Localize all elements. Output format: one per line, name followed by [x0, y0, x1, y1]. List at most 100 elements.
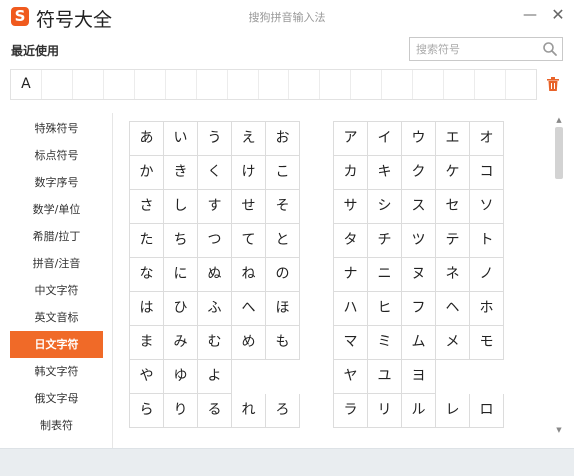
katakana-cell[interactable]: ル	[402, 394, 436, 428]
recent-symbol-cell[interactable]	[197, 70, 228, 99]
recent-symbol-cell[interactable]	[506, 70, 536, 99]
katakana-cell[interactable]: マ	[334, 326, 368, 360]
katakana-cell[interactable]: エ	[436, 122, 470, 156]
hiragana-cell[interactable]: そ	[266, 190, 300, 224]
hiragana-cell[interactable]: る	[198, 394, 232, 428]
sidebar-item[interactable]: 韩文字符	[10, 358, 103, 385]
recent-symbol-cell[interactable]	[73, 70, 104, 99]
hiragana-cell[interactable]: く	[198, 156, 232, 190]
hiragana-cell[interactable]: と	[266, 224, 300, 258]
katakana-cell[interactable]: レ	[436, 394, 470, 428]
katakana-cell[interactable]: メ	[436, 326, 470, 360]
recent-symbol-cell[interactable]	[42, 70, 73, 99]
katakana-cell[interactable]: ユ	[368, 360, 402, 394]
katakana-cell[interactable]: ネ	[436, 258, 470, 292]
recent-symbol-cell[interactable]	[166, 70, 197, 99]
search-icon[interactable]	[542, 41, 558, 57]
hiragana-cell[interactable]: ま	[130, 326, 164, 360]
hiragana-cell[interactable]: ほ	[266, 292, 300, 326]
hiragana-cell[interactable]: ち	[164, 224, 198, 258]
katakana-cell[interactable]: ミ	[368, 326, 402, 360]
katakana-cell[interactable]: サ	[334, 190, 368, 224]
katakana-cell[interactable]: ウ	[402, 122, 436, 156]
katakana-cell[interactable]: イ	[368, 122, 402, 156]
katakana-cell[interactable]: ヒ	[368, 292, 402, 326]
katakana-cell[interactable]: ツ	[402, 224, 436, 258]
katakana-cell[interactable]: ト	[470, 224, 504, 258]
katakana-cell[interactable]: チ	[368, 224, 402, 258]
katakana-cell[interactable]: テ	[436, 224, 470, 258]
katakana-cell[interactable]: ム	[402, 326, 436, 360]
katakana-cell[interactable]: ヨ	[402, 360, 436, 394]
katakana-cell[interactable]: カ	[334, 156, 368, 190]
recent-symbol-cell[interactable]	[444, 70, 476, 99]
katakana-cell[interactable]: ヤ	[334, 360, 368, 394]
sidebar-item[interactable]: 英文音标	[10, 304, 103, 331]
hiragana-cell[interactable]: に	[164, 258, 198, 292]
recent-symbol-cell[interactable]	[413, 70, 445, 99]
recent-symbol-cell[interactable]	[320, 70, 352, 99]
hiragana-cell[interactable]: ね	[232, 258, 266, 292]
sidebar-item[interactable]: 拼音/注音	[10, 250, 103, 277]
katakana-cell[interactable]: ナ	[334, 258, 368, 292]
search-input[interactable]	[410, 38, 536, 60]
hiragana-cell[interactable]: も	[266, 326, 300, 360]
katakana-cell[interactable]: ク	[402, 156, 436, 190]
scroll-up-arrow-icon[interactable]: ▲	[555, 116, 563, 124]
hiragana-cell[interactable]: し	[164, 190, 198, 224]
sidebar-item[interactable]: 标点符号	[10, 142, 103, 169]
hiragana-cell[interactable]: ひ	[164, 292, 198, 326]
hiragana-cell[interactable]: は	[130, 292, 164, 326]
hiragana-cell[interactable]: や	[130, 360, 164, 394]
hiragana-cell[interactable]: め	[232, 326, 266, 360]
hiragana-cell[interactable]: へ	[232, 292, 266, 326]
scrollbar-thumb[interactable]	[555, 127, 563, 179]
hiragana-cell[interactable]: い	[164, 122, 198, 156]
hiragana-cell[interactable]: こ	[266, 156, 300, 190]
katakana-cell[interactable]: ラ	[334, 394, 368, 428]
sidebar-item[interactable]: 日文字符	[10, 331, 103, 358]
recent-symbol-cell[interactable]	[289, 70, 321, 99]
hiragana-cell[interactable]: み	[164, 326, 198, 360]
trash-icon[interactable]	[546, 76, 560, 92]
sidebar-item[interactable]: 俄文字母	[10, 385, 103, 412]
sidebar-item[interactable]: 制表符	[10, 412, 103, 439]
katakana-cell[interactable]: セ	[436, 190, 470, 224]
hiragana-cell[interactable]: の	[266, 258, 300, 292]
katakana-cell[interactable]: ヌ	[402, 258, 436, 292]
hiragana-cell[interactable]: せ	[232, 190, 266, 224]
hiragana-cell[interactable]: ゆ	[164, 360, 198, 394]
katakana-cell[interactable]: キ	[368, 156, 402, 190]
katakana-cell[interactable]: ロ	[470, 394, 504, 428]
sidebar-item[interactable]: 希腊/拉丁	[10, 223, 103, 250]
hiragana-cell[interactable]: ぬ	[198, 258, 232, 292]
katakana-cell[interactable]: フ	[402, 292, 436, 326]
hiragana-cell[interactable]: け	[232, 156, 266, 190]
hiragana-cell[interactable]: お	[266, 122, 300, 156]
recent-symbol-cell[interactable]	[228, 70, 259, 99]
sidebar-item[interactable]: 数学/单位	[10, 196, 103, 223]
recent-symbol-cell[interactable]	[135, 70, 166, 99]
katakana-cell[interactable]: コ	[470, 156, 504, 190]
scroll-down-arrow-icon[interactable]: ▼	[555, 426, 563, 434]
katakana-cell[interactable]: ア	[334, 122, 368, 156]
sidebar-item[interactable]: 数字序号	[10, 169, 103, 196]
hiragana-cell[interactable]: な	[130, 258, 164, 292]
katakana-cell[interactable]: ヘ	[436, 292, 470, 326]
katakana-cell[interactable]: ケ	[436, 156, 470, 190]
hiragana-cell[interactable]: あ	[130, 122, 164, 156]
hiragana-cell[interactable]: つ	[198, 224, 232, 258]
hiragana-cell[interactable]: れ	[232, 394, 266, 428]
katakana-cell[interactable]: ハ	[334, 292, 368, 326]
recent-symbol-cell[interactable]	[475, 70, 506, 99]
sidebar-item[interactable]: 特殊符号	[10, 115, 103, 142]
recent-symbol-cell[interactable]	[259, 70, 290, 99]
katakana-cell[interactable]: タ	[334, 224, 368, 258]
hiragana-cell[interactable]: む	[198, 326, 232, 360]
recent-symbol-cell[interactable]: A	[11, 70, 42, 99]
hiragana-cell[interactable]: り	[164, 394, 198, 428]
hiragana-cell[interactable]: え	[232, 122, 266, 156]
hiragana-cell[interactable]: て	[232, 224, 266, 258]
katakana-cell[interactable]: オ	[470, 122, 504, 156]
recent-symbol-cell[interactable]	[351, 70, 383, 99]
